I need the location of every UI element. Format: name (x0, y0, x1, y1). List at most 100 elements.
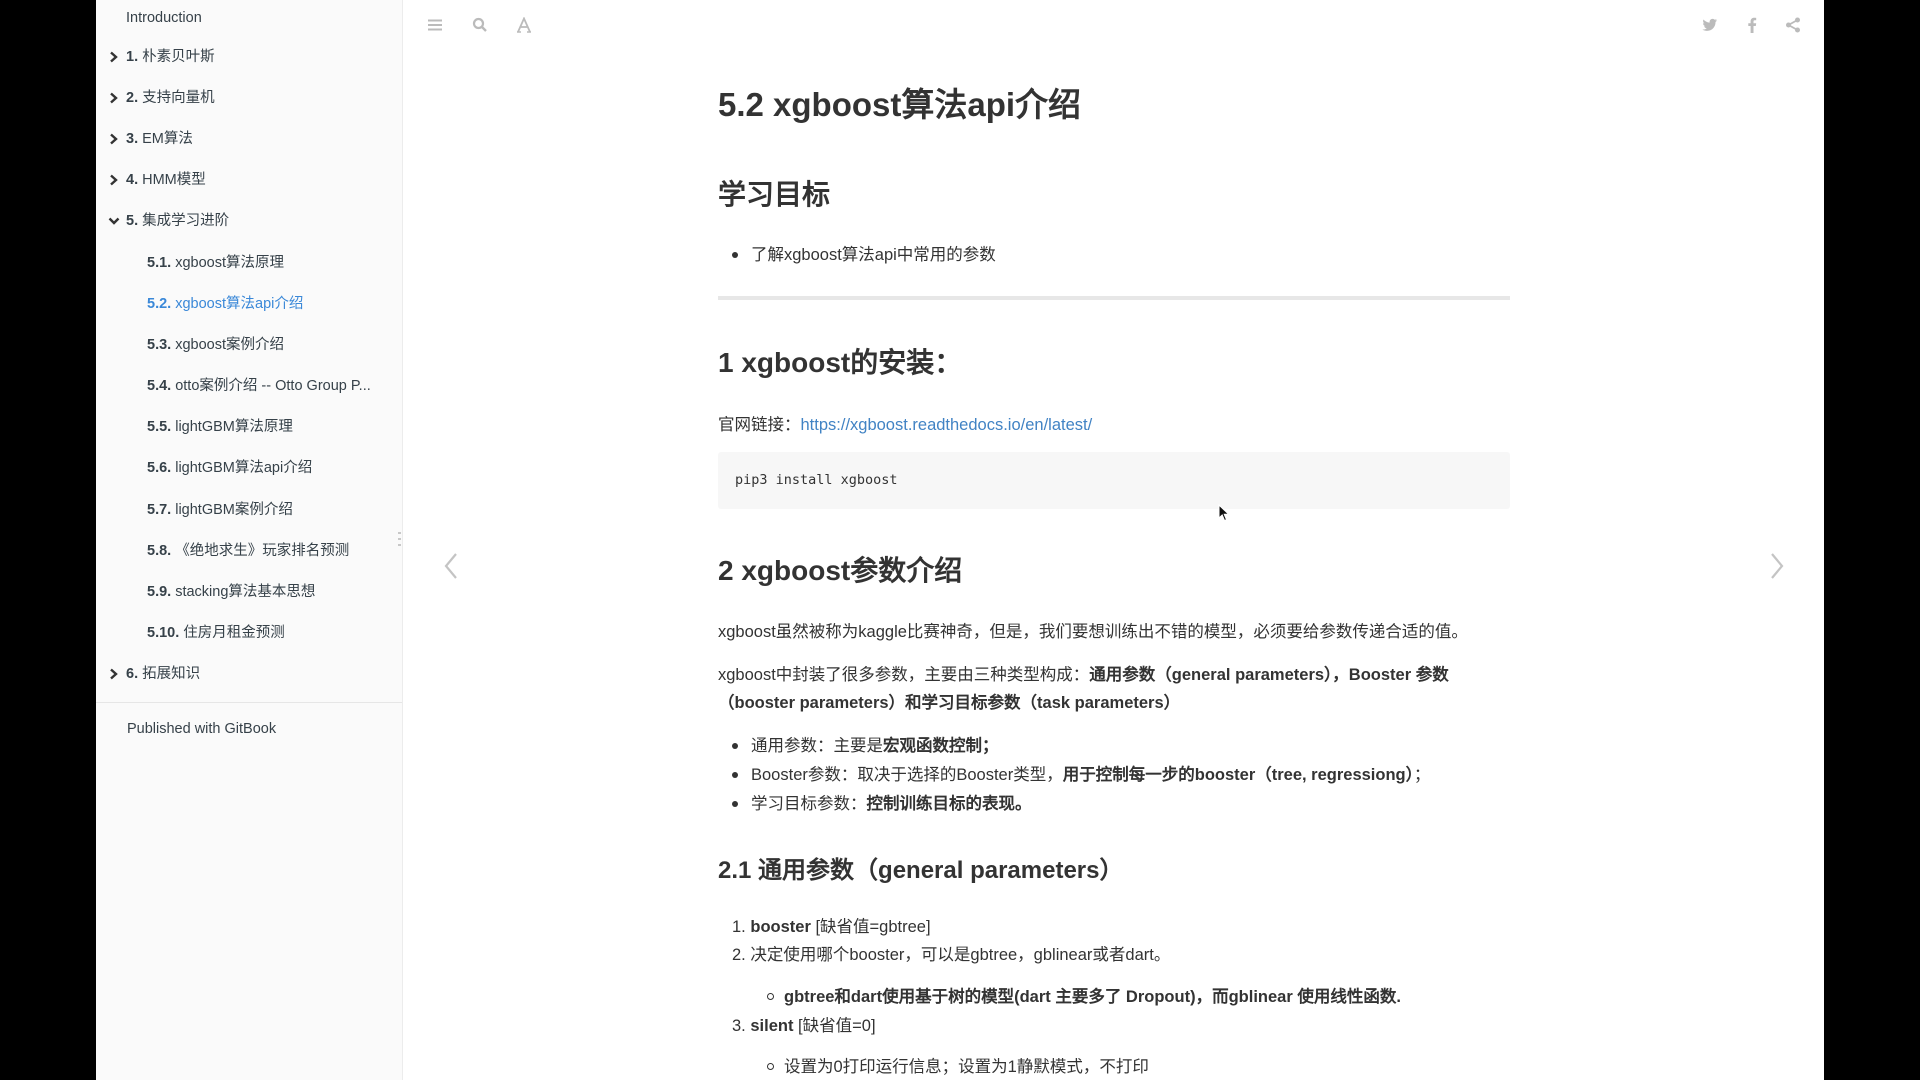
sidebar-item-number: 5. (126, 213, 139, 229)
param-default: [缺省值=gbtree] (810, 918, 931, 936)
param-name: booster (750, 918, 811, 936)
share-icon[interactable] (1783, 15, 1803, 35)
sidebar-resize-handle[interactable] (398, 532, 402, 546)
general-param-item: 1. booster [缺省值=gbtree] (732, 913, 931, 941)
param-type-label: Booster参数：取决于选择的Booster类型， (751, 766, 1063, 784)
sidebar-item-number: 5.3. (147, 337, 172, 353)
sidebar-item-number: 5.7. (147, 502, 172, 518)
general-param-item: 2. 决定使用哪个booster，可以是gbtree，gblinear或者dar… (732, 941, 1170, 969)
param-type-item: 通用参数：主要是宏观函数控制； (718, 732, 1510, 760)
mouse-pointer-icon (1218, 503, 1230, 527)
sidebar-item-label: otto案例介绍 -- Otto Group P... (175, 378, 371, 394)
sidebar-item-number: 5.1. (147, 255, 172, 271)
param-type-bold: 用于控制每一步的booster（tree, regressiong） (1062, 766, 1414, 784)
param-type-bold: 控制训练目标的表现。 (866, 795, 1032, 813)
params-types-bold-1: 通用参数（general parameters），Booster 参数 (1089, 666, 1449, 684)
chevron-right-icon[interactable] (108, 662, 120, 686)
sidebar-item-label: xgboost案例介绍 (175, 337, 285, 353)
params-types-paragraph: xgboost中封装了很多参数，主要由三种类型构成：通用参数（general p… (718, 661, 1449, 689)
chevron-left-icon (444, 553, 457, 579)
sidebar-item-number: 5.9. (147, 584, 172, 600)
sidebar-item-label: xgboost算法api介绍 (175, 296, 304, 312)
sidebar-item-number: 5.5. (147, 419, 172, 435)
sidebar-item-label: lightGBM算法原理 (175, 419, 293, 435)
section-heading-general-params: 2.1 通用参数（general parameters） (718, 857, 1124, 884)
list-number: 2. (732, 946, 746, 964)
chevron-right-icon[interactable] (108, 168, 120, 192)
horizontal-rule (718, 296, 1510, 300)
sidebar-item-label: EM算法 (142, 131, 193, 147)
sidebar-divider (96, 702, 402, 703)
circle-bullet-icon (767, 993, 774, 1000)
previous-page-arrow[interactable] (436, 546, 466, 586)
sidebar-item-number: 5.8. (147, 543, 172, 559)
sidebar-item-label: lightGBM算法api介绍 (175, 460, 313, 476)
goal-item: 了解xgboost算法api中常用的参数 (751, 246, 996, 264)
param-type-label: 通用参数：主要是 (751, 737, 883, 755)
bullet-icon (732, 772, 738, 778)
chevron-down-icon[interactable] (108, 209, 120, 233)
official-link-label: 官网链接： (718, 416, 801, 434)
menu-icon[interactable] (425, 15, 445, 35)
subitem-text: 设置为0打印运行信息；设置为1静默模式，不打印 (784, 1058, 1149, 1076)
sidebar-item-number: 5.4. (147, 378, 172, 394)
params-types-paragraph-line2: （booster parameters）和学习目标参数（task paramet… (718, 689, 1180, 717)
official-link-line: 官网链接：https://xgboost.readthedocs.io/en/l… (718, 411, 1092, 439)
section-heading-goals: 学习目标 (718, 179, 831, 210)
param-name: silent (750, 1017, 794, 1035)
section-heading-install: 1 xgboost的安装： (718, 347, 963, 378)
sidebar-item-label: 朴素贝叶斯 (142, 49, 215, 65)
sidebar-item-label: xgboost算法原理 (175, 255, 285, 271)
sidebar-item-label: stacking算法基本思想 (175, 584, 316, 600)
chevron-right-icon[interactable] (108, 86, 120, 110)
sidebar-item-label: 住房月租金预测 (183, 625, 285, 641)
code-block[interactable]: pip3 install xgboost (718, 452, 1510, 509)
param-type-item: Booster参数：取决于选择的Booster类型，用于控制每一步的booste… (718, 761, 1510, 789)
param-type-tail: ； (1413, 766, 1431, 784)
sidebar-item-label: 支持向量机 (142, 90, 215, 106)
sidebar-item-number: 5.10. (147, 625, 180, 641)
sidebar-item-label: 集成学习进阶 (142, 213, 230, 229)
sidebar-item-label: Introduction (126, 10, 202, 26)
param-type-bold: 宏观函数控制； (883, 737, 999, 755)
next-page-arrow[interactable] (1762, 546, 1792, 586)
param-type-label: 学习目标参数： (751, 795, 867, 813)
chevron-right-icon[interactable] (108, 45, 120, 69)
bullet-icon (732, 801, 738, 807)
published-with-gitbook-link[interactable]: Published with GitBook (127, 717, 276, 741)
bullet-icon (732, 743, 738, 749)
general-param-subitem: gbtree和dart使用基于树的模型(dart 主要多了 Dropout)，而… (718, 983, 1510, 1011)
circle-bullet-icon (767, 1063, 774, 1070)
param-default: [缺省值=0] (793, 1017, 876, 1035)
twitter-icon[interactable] (1700, 15, 1720, 35)
font-settings-icon[interactable] (514, 15, 534, 35)
page-title: 5.2 xgboost算法api介绍 (718, 86, 1082, 123)
sidebar-item-number: 2. (126, 90, 139, 106)
chevron-right-icon (1771, 553, 1784, 579)
bullet-icon (732, 252, 738, 258)
subitem-text: gbtree和dart使用基于树的模型(dart 主要多了 Dropout)，而… (784, 988, 1401, 1006)
param-type-item: 学习目标参数：控制训练目标的表现。 (718, 790, 1510, 818)
chevron-right-icon[interactable] (108, 127, 120, 151)
params-types-prefix: xgboost中封装了很多参数，主要由三种类型构成： (718, 666, 1090, 684)
sidebar: Introduction 1. 朴素贝叶斯 2. 支持向量机 3. EM算法 4… (96, 0, 403, 1080)
sidebar-item-label: HMM模型 (142, 172, 206, 188)
sidebar-item-number: 4. (126, 172, 139, 188)
sidebar-item-number: 1. (126, 49, 139, 65)
xgboost-docs-link[interactable]: https://xgboost.readthedocs.io/en/latest… (801, 416, 1093, 434)
general-param-subitem: 设置为0打印运行信息；设置为1静默模式，不打印 (718, 1053, 1510, 1080)
section-heading-params: 2 xgboost参数介绍 (718, 555, 963, 586)
install-command: pip3 install xgboost (735, 472, 898, 488)
sidebar-item-number: 5.2. (147, 296, 172, 312)
facebook-icon[interactable] (1742, 15, 1762, 35)
param-description: 决定使用哪个booster，可以是gbtree，gblinear或者dart。 (750, 946, 1171, 964)
params-types-bold-2: （booster parameters）和学习目标参数（task paramet… (718, 694, 1181, 712)
params-intro-paragraph: xgboost虽然被称为kaggle比赛神奇，但是，我们要想训练出不错的模型，必… (718, 623, 1468, 641)
sidebar-item-number: 3. (126, 131, 139, 147)
sidebar-item-label: 拓展知识 (142, 666, 201, 682)
general-param-item: 3. silent [缺省值=0] (732, 1012, 876, 1040)
gitbook-window: Introduction 1. 朴素贝叶斯 2. 支持向量机 3. EM算法 4… (96, 0, 1824, 1080)
search-icon[interactable] (470, 15, 490, 35)
sidebar-item-number: 5.6. (147, 460, 172, 476)
list-number: 3. (732, 1017, 746, 1035)
